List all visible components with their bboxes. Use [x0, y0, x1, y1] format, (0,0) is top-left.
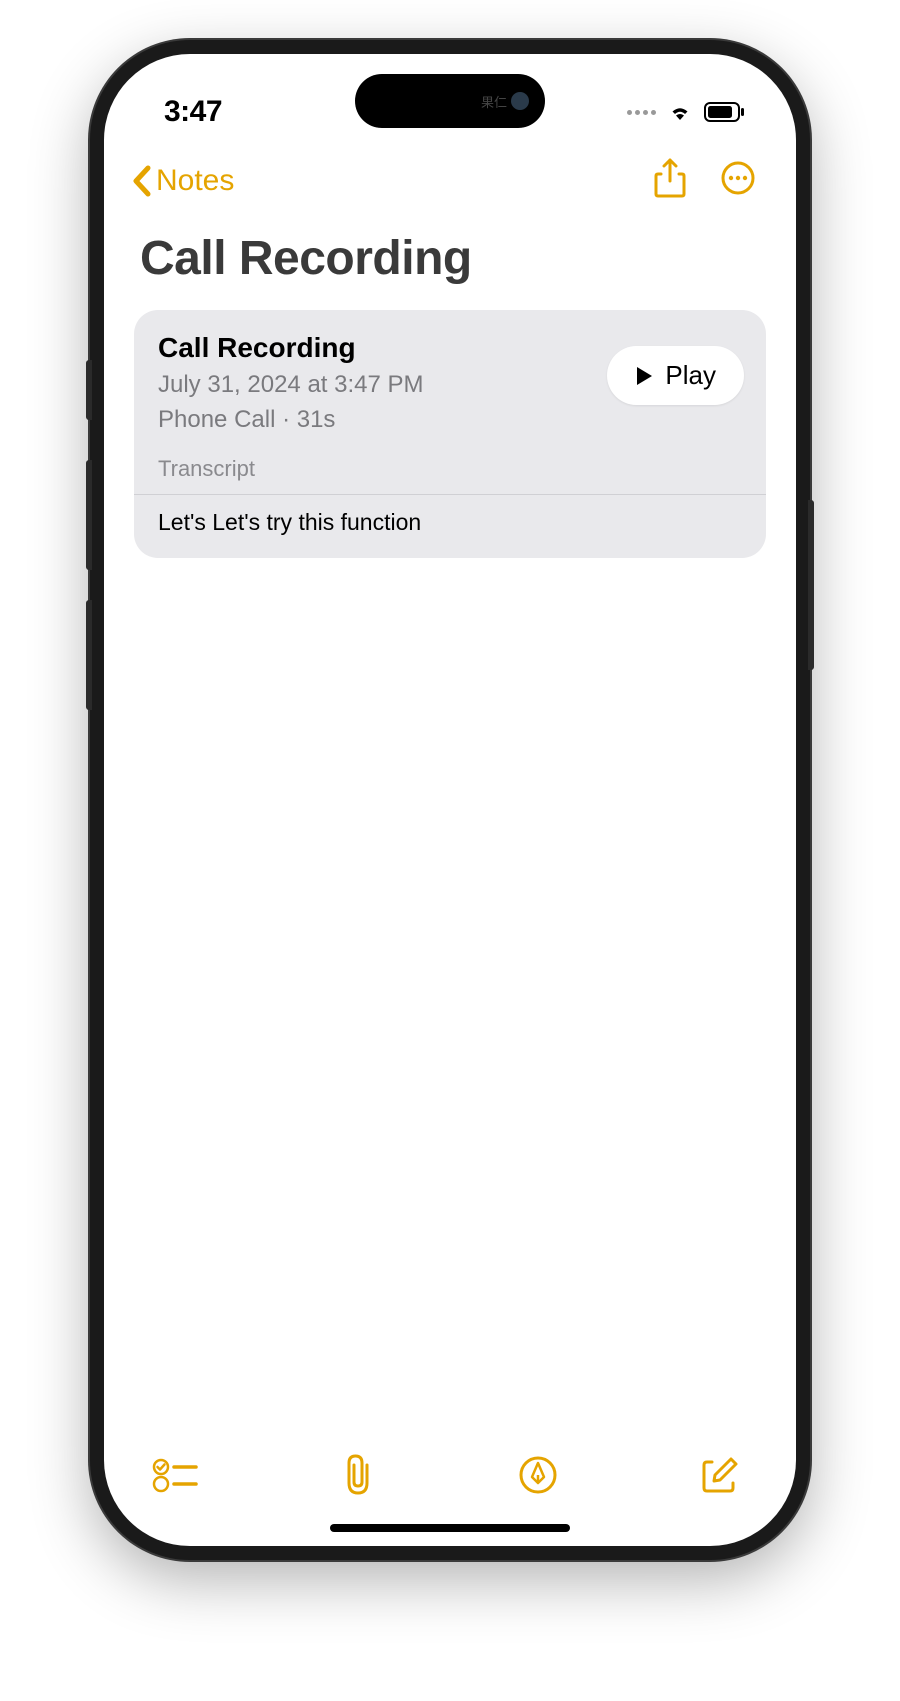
more-button[interactable]: [720, 160, 756, 201]
island-content: 果仁: [481, 92, 529, 111]
screen: 果仁 3:47 Notes: [104, 54, 796, 1546]
silent-switch: [86, 360, 92, 420]
play-button[interactable]: Play: [607, 346, 744, 405]
chevron-left-icon: [130, 164, 152, 198]
markup-button[interactable]: [518, 1455, 558, 1500]
note-content[interactable]: Call Recording Call Recording July 31, 2…: [104, 211, 796, 1453]
island-text: 果仁: [481, 92, 507, 111]
volume-up-button: [86, 460, 92, 570]
dynamic-island[interactable]: 果仁: [355, 74, 545, 128]
note-title: Call Recording: [140, 231, 766, 286]
status-time: 3:47: [164, 95, 222, 129]
battery-icon: [704, 102, 746, 122]
share-button[interactable]: [654, 158, 686, 203]
transcript-label: Transcript: [134, 456, 766, 494]
pen-tip-icon: [518, 1455, 558, 1495]
checklist-icon: [152, 1456, 198, 1494]
play-icon: [635, 366, 653, 386]
recording-timestamp: July 31, 2024 at 3:47 PM: [158, 368, 607, 403]
play-button-label: Play: [665, 360, 716, 391]
share-icon: [654, 158, 686, 198]
paperclip-icon: [340, 1453, 376, 1497]
power-button: [808, 500, 814, 670]
recording-title: Call Recording: [158, 332, 607, 364]
nav-bar: Notes: [104, 142, 796, 211]
ellipsis-circle-icon: [720, 160, 756, 196]
transcript-text: Let's Let's try this function: [134, 495, 766, 558]
recording-meta: Phone Call · 31s: [158, 403, 607, 438]
cellular-dots-icon: [627, 110, 656, 115]
island-avatar-icon: [511, 92, 529, 110]
volume-down-button: [86, 600, 92, 710]
checklist-button[interactable]: [152, 1456, 198, 1499]
compose-button[interactable]: [700, 1455, 740, 1500]
bottom-toolbar: [104, 1453, 796, 1546]
wifi-icon: [666, 102, 694, 122]
back-button[interactable]: Notes: [130, 164, 234, 198]
compose-icon: [700, 1455, 740, 1495]
back-button-label: Notes: [156, 164, 234, 198]
phone-frame: 果仁 3:47 Notes: [90, 40, 810, 1560]
recording-card[interactable]: Call Recording July 31, 2024 at 3:47 PM …: [134, 310, 766, 558]
home-indicator[interactable]: [330, 1524, 570, 1532]
attachment-button[interactable]: [340, 1453, 376, 1502]
status-icons: [627, 102, 746, 122]
